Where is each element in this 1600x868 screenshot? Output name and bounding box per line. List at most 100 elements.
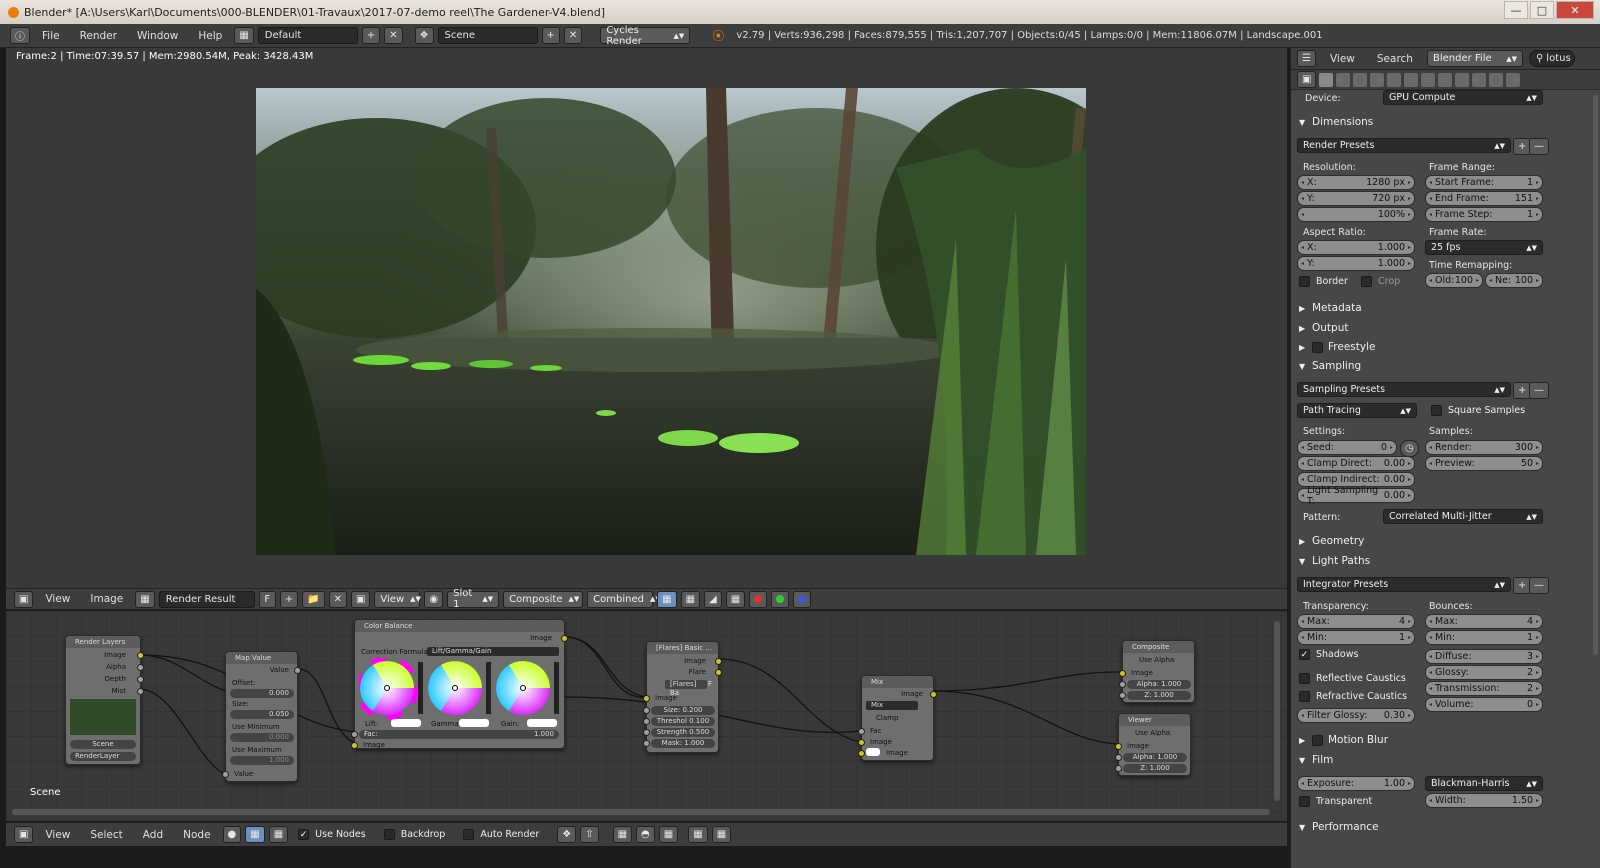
blue-channel-icon[interactable] (793, 590, 812, 608)
render-tab-icon[interactable] (1319, 72, 1334, 87)
texture-nodes-icon[interactable]: ▦ (268, 826, 289, 843)
gain-color-swatch[interactable] (527, 719, 557, 727)
diffuse-bounces-field[interactable]: Diffuse:3 (1425, 649, 1543, 664)
input-socket[interactable] (1119, 670, 1126, 677)
output-socket[interactable] (294, 667, 301, 674)
screen-layout-field[interactable]: Default (257, 27, 358, 44)
node-scene-field[interactable]: Scene (70, 740, 136, 749)
transmission-bounces-field[interactable]: Transmission:2 (1425, 681, 1543, 696)
output-socket[interactable] (715, 669, 722, 676)
image-menu-view[interactable]: View (37, 593, 78, 605)
node-composite[interactable]: Composite Use Alpha Image Alpha: 1.000 Z… (1119, 640, 1195, 703)
node-mix[interactable]: Mix Image Mix Clamp Fac Image Image (858, 675, 937, 761)
use-maximum-checkbox[interactable]: Use Maximum (232, 746, 282, 754)
menu-render[interactable]: Render (72, 30, 125, 42)
clamp-direct-field[interactable]: Clamp Direct:0.00 (1297, 456, 1415, 471)
output-socket[interactable] (137, 664, 144, 671)
image-browse-icon[interactable]: ▦ (135, 590, 155, 608)
gamma-color-swatch[interactable] (459, 719, 489, 727)
output-socket[interactable] (930, 691, 937, 698)
node-menu-node[interactable]: Node (175, 829, 218, 841)
exposure-field[interactable]: Exposure:1.00 (1297, 776, 1415, 791)
horizontal-scrollbar[interactable] (12, 809, 1270, 815)
filter-glossy-field[interactable]: Filter Glossy:0.30 (1297, 708, 1415, 723)
integrator-presets-dropdown[interactable]: Integrator Presets ▲▼ (1297, 577, 1511, 592)
output-socket[interactable] (561, 635, 568, 642)
mask-field[interactable]: Mask: 1.000 (651, 739, 715, 748)
fake-user-button[interactable]: F (258, 590, 276, 608)
output-socket[interactable] (137, 676, 144, 683)
max-field[interactable]: 1.000 (230, 756, 294, 765)
vertical-scrollbar[interactable] (1274, 621, 1280, 801)
input-socket[interactable] (222, 771, 229, 778)
z-field[interactable]: Z: 1.000 (1123, 764, 1187, 773)
props-search-input[interactable]: ⚲ lotus (1528, 50, 1575, 67)
menu-help[interactable]: Help (190, 30, 230, 42)
input-socket[interactable] (1115, 743, 1122, 750)
editor-type-icon[interactable]: ▣ (1297, 71, 1317, 88)
pattern-dropdown[interactable]: Correlated Multi-Jitter ▲▼ (1383, 509, 1543, 524)
context-dropdown[interactable]: Blender File ▲▼ (1426, 50, 1523, 67)
remove-integrator-preset-button[interactable]: — (1529, 577, 1549, 594)
input-socket[interactable] (643, 707, 650, 714)
minimize-button[interactable]: — (1504, 1, 1528, 19)
device-dropdown[interactable]: GPU Compute ▲▼ (1383, 90, 1543, 105)
properties-scrollbar[interactable] (1593, 95, 1598, 655)
object-tab-icon[interactable] (1387, 72, 1402, 87)
node-layer-field[interactable]: RenderLayer (70, 752, 136, 761)
node-flares-basic[interactable]: [Flares] Basic ... Image Flare [Flares] … (643, 641, 722, 753)
color-swatch[interactable] (866, 748, 880, 756)
border-checkbox[interactable]: Border (1299, 276, 1348, 287)
props-menu-view[interactable]: View (1322, 53, 1363, 65)
output-socket[interactable] (137, 652, 144, 659)
physics-tab-icon[interactable] (1506, 72, 1521, 87)
channels-icon[interactable]: ▦ (725, 590, 746, 608)
use-alpha-checkbox[interactable]: Use Alpha (1135, 729, 1170, 737)
pivot-icon[interactable]: ◉ (424, 590, 444, 608)
draw-zbuffer-icon[interactable]: ◢ (704, 590, 722, 608)
section-output[interactable]: ▶ Output (1299, 320, 1348, 336)
menu-window[interactable]: Window (129, 30, 186, 42)
fac-field[interactable]: Fac: 1.000 (359, 730, 559, 739)
use-alpha-checkbox[interactable]: Use Alpha (1139, 656, 1174, 664)
min-field[interactable]: 0.000 (230, 733, 294, 742)
input-socket[interactable] (1115, 754, 1122, 761)
new-image-button[interactable]: + (279, 590, 299, 608)
slot-dropdown[interactable]: Slot 1 ▲▼ (447, 588, 500, 610)
use-nodes-checkbox[interactable]: ✓ Use Nodes (298, 829, 366, 840)
backdrop-checkbox[interactable]: Backdrop (383, 829, 445, 840)
frame-rate-dropdown[interactable]: 25 fps ▲▼ (1425, 240, 1543, 255)
parent-icon[interactable]: ⇧ (580, 826, 599, 843)
frame-step-field[interactable]: Frame Step:1 (1425, 207, 1543, 222)
remove-sampling-preset-button[interactable]: — (1529, 382, 1549, 399)
shader-nodes-icon[interactable]: ● (222, 826, 242, 843)
scene-field[interactable]: Scene (437, 27, 538, 44)
red-channel-icon[interactable] (749, 590, 768, 608)
node-render-layers[interactable]: Render Layers Image Alpha Depth Mist Sce… (65, 635, 144, 765)
resolution-y-field[interactable]: Y:720 px (1297, 191, 1415, 206)
blend-mode-dropdown[interactable]: Mix (866, 701, 918, 710)
layer-dropdown[interactable]: Composite ▲▼ (503, 590, 584, 608)
sampling-presets-dropdown[interactable]: Sampling Presets ▲▼ (1297, 382, 1511, 397)
bounces-min-field[interactable]: Min:1 (1425, 630, 1543, 645)
image-name-field[interactable]: Render Result (158, 590, 255, 608)
editor-type-image-icon[interactable]: ▣ (14, 590, 34, 608)
bounces-max-field[interactable]: Max:4 (1425, 614, 1543, 629)
start-frame-field[interactable]: Start Frame:1 (1425, 175, 1543, 190)
node-editor-area[interactable]: Render Layers Image Alpha Depth Mist Sce… (6, 611, 1287, 821)
aspect-x-field[interactable]: X:1.000 (1297, 240, 1415, 255)
remove-preset-button[interactable]: — (1529, 138, 1549, 155)
particles-tab-icon[interactable] (1489, 72, 1504, 87)
section-dimensions[interactable]: ▼ Dimensions (1299, 114, 1373, 130)
input-socket[interactable] (643, 695, 650, 702)
props-menu-search[interactable]: Search (1369, 53, 1421, 65)
compositing-nodes-icon[interactable]: ▦ (245, 826, 265, 843)
render-presets-dropdown[interactable]: Render Presets ▲▼ (1297, 138, 1511, 153)
input-socket[interactable] (351, 742, 358, 749)
editor-type-properties-icon[interactable]: ☰ (1297, 50, 1316, 67)
crop-checkbox[interactable]: Crop (1361, 276, 1400, 287)
time-remap-new-field[interactable]: Ne:100 (1485, 273, 1543, 288)
remove-scene-button[interactable]: ✕ (563, 27, 583, 44)
material-tab-icon[interactable] (1455, 72, 1470, 87)
render-engine-dropdown[interactable]: Cycles Render ▲▼ (600, 25, 691, 47)
